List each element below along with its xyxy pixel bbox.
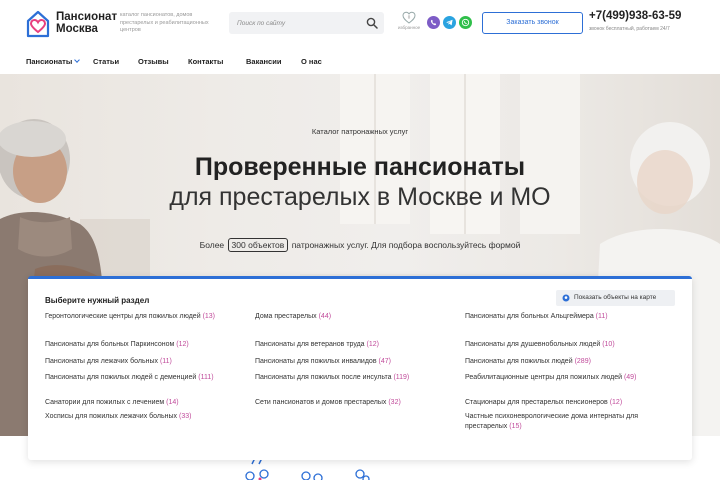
logo-line-1: Пансионат [56,11,118,23]
logo-tagline: каталог пансионатов, домов престарелых и… [120,12,209,33]
nav-item-reviews[interactable]: Отзывы [138,57,169,66]
catalog-item[interactable]: Пансионаты для больных Альцгеймера (11) [465,312,645,322]
catalog-item-label: Геронтологические центры для пожилых люд… [45,313,201,320]
catalog-item[interactable]: Сети пансионатов и домов престарелых (32… [255,398,435,408]
nav-item-articles[interactable]: Статьи [93,57,119,66]
favorites-count: 0 [408,15,411,20]
hero-subtitle: для престарелых в Москве и МО [169,183,551,211]
callback-button[interactable]: Заказать звонок [482,12,583,34]
catalog-item-count: (12) [176,341,189,348]
catalog-item-count: (12) [609,399,623,406]
nav-item-vacancies[interactable]: Вакансии [246,57,281,66]
heart-icon: 0 [402,11,416,24]
catalog-item[interactable]: Пансионаты для больных Паркинсоном (12) [45,340,225,350]
search-input[interactable] [237,16,357,30]
catalog-item-label: Пансионаты для душевнобольных людей [465,341,601,348]
nav-item-label: Пансионаты [26,57,73,66]
catalog-item[interactable]: Пансионаты для пожилых людей (289) [465,357,645,367]
catalog-item-label: Пансионаты для больных Паркинсоном [45,341,175,348]
objects-count-badge: 300 объектов [227,238,289,252]
catalog-item-label: Частные психоневрологические дома интерн… [465,413,639,430]
phone-number[interactable]: +7(499)938-63-59 [589,10,681,22]
chevron-down-icon [74,57,81,63]
catalog-item-label: Пансионаты для больных Альцгеймера [465,313,594,320]
show-on-map-label: Показать объекты на карте [574,294,657,301]
catalog-item-count: (14) [166,399,179,406]
telegram-icon[interactable] [443,16,456,29]
hero-kicker: Каталог патронажных услуг [311,127,409,136]
nav-item-about[interactable]: О нас [301,57,322,66]
catalog-item[interactable]: Геронтологические центры для пожилых люд… [45,312,225,322]
catalog-item-count: (119) [393,374,410,381]
catalog-item-count: (10) [602,341,615,348]
catalog-item[interactable]: Стационары для престарелых пенсионеров (… [465,398,645,408]
catalog-item-label: Сети пансионатов и домов престарелых [255,399,387,406]
house-heart-logo-icon[interactable] [26,10,50,38]
hero-count-line: Более 300 объектов патронажных услуг. Дл… [0,238,720,252]
catalog-item-label: Пансионаты для пожилых людей с деменцией [45,374,197,381]
favorites-label: избранное [398,25,421,30]
count-prefix: Более [199,240,225,250]
nav-item-pansionaty[interactable]: Пансионаты [26,57,81,66]
catalog-item-label: Хосписы для пожилых лежачих больных [45,413,178,420]
catalog-item[interactable]: Пансионаты для пожилых инвалидов (47) [255,357,435,367]
catalog-item-count: (15) [509,423,522,430]
catalog-item-count: (13) [202,313,216,320]
catalog-item-count: (44) [318,313,332,320]
catalog-item[interactable]: Пансионаты для лежачих больных (11) [45,357,225,367]
catalog-item-label: Пансионаты для пожилых инвалидов [255,358,377,365]
main-nav: Пансионаты Статьи Отзывы Контакты Ваканс… [0,48,720,74]
hero-title: Проверенные пансионаты [194,153,526,181]
nav-item-contacts[interactable]: Контакты [188,57,223,66]
catalog-item-label: Пансионаты для лежачих больных [45,358,158,365]
catalog-item[interactable]: Санатории для пожилых с лечением (14) [45,398,225,408]
catalog-item-count: (49) [623,374,637,381]
logo-line-2: Москва [56,23,98,35]
show-on-map-button[interactable]: Показать объекты на карте [556,290,675,306]
catalog-item[interactable]: Дома престарелых (44) [255,312,435,322]
catalog-item-count: (11) [159,358,172,365]
catalog-item-count: (32) [388,399,401,406]
logo-text[interactable]: Пансионат Москва [56,11,117,35]
catalog-item-label: Пансионаты для пожилых после инсульта [255,374,392,381]
catalog-item[interactable]: Хосписы для пожилых лежачих больных (33) [45,412,225,422]
catalog-item-label: Дома престарелых [255,313,317,320]
catalog-item[interactable]: Частные психоневрологические дома интерн… [465,412,645,432]
favorites-button[interactable]: 0 избранное [398,11,420,35]
catalog-item-label: Стационары для престарелых пенсионеров [465,399,608,406]
catalog-item-count: (47) [378,358,391,365]
whatsapp-icon[interactable] [459,16,472,29]
catalog-item[interactable]: Пансионаты для душевнобольных людей (10) [465,340,645,350]
site-header: Пансионат Москва каталог пансионатов, до… [0,0,720,48]
phone-note: звонок бесплатный, работаем 24/7 [589,26,670,32]
map-pin-icon [562,294,570,302]
catalog-item-count: (289) [574,358,591,365]
catalog-item-count: (111) [198,374,214,381]
catalog-item-label: Санатории для пожилых с лечением [45,399,165,406]
catalog-item-label: Пансионаты для ветеранов труда [255,341,365,348]
catalog-item-count: (12) [366,341,379,348]
catalog-panel: Выберите нужный раздел Показать объекты … [28,276,692,460]
viber-icon[interactable] [427,16,440,29]
count-suffix: патронажных услуг. Для подбора воспользу… [291,240,521,250]
catalog-item[interactable]: Пансионаты для пожилых после инсульта (1… [255,373,435,383]
catalog-item[interactable]: Пансионаты для ветеранов труда (12) [255,340,435,350]
catalog-item-count: (11) [595,313,608,320]
catalog-item[interactable]: Реабилитационные центры для пожилых люде… [465,373,645,383]
catalog-item-label: Пансионаты для пожилых людей [465,358,573,365]
search-icon[interactable] [366,17,378,29]
catalog-title: Выберите нужный раздел [45,296,150,305]
catalog-item-count: (33) [178,413,192,420]
catalog-item-label: Реабилитационные центры для пожилых люде… [465,374,622,381]
search-box [229,12,384,34]
catalog-item[interactable]: Пансионаты для пожилых людей с деменцией… [45,373,225,383]
